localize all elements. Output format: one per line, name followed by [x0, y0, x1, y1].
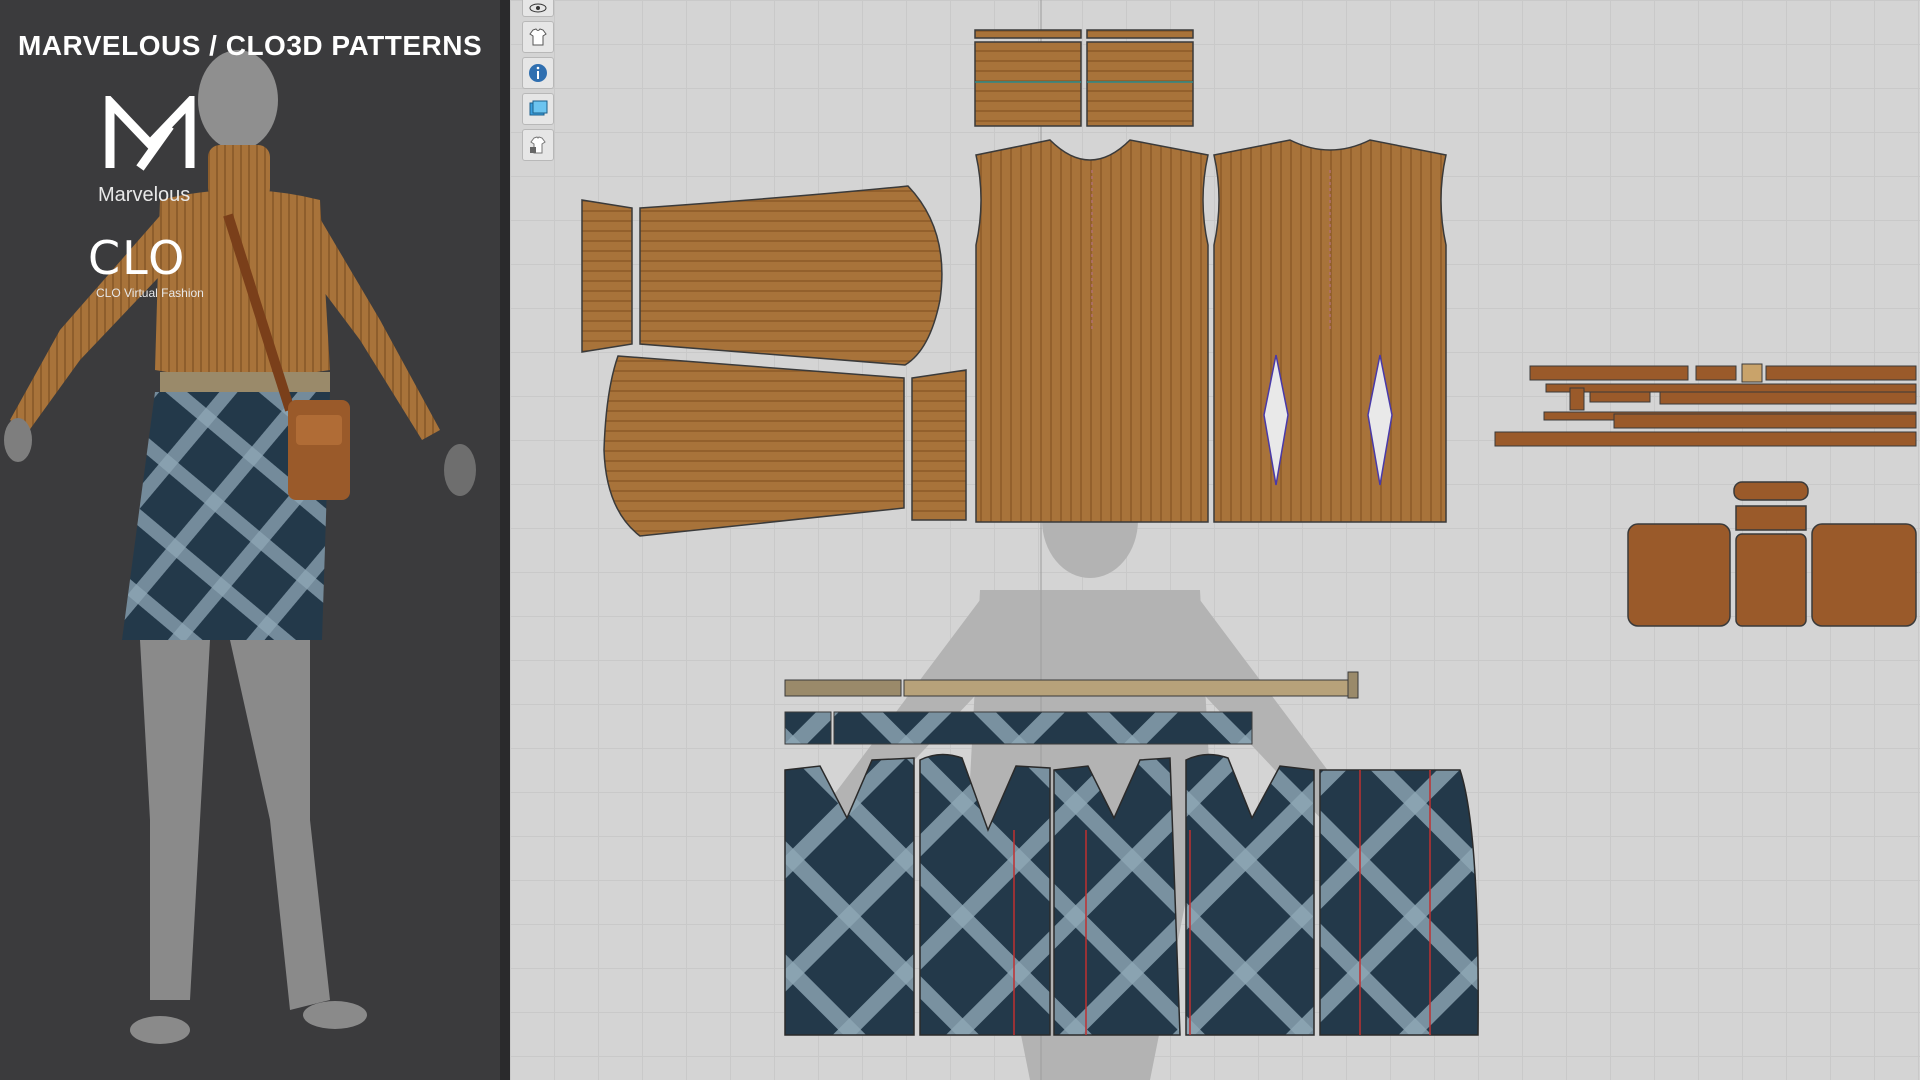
clo-label: CLO Virtual Fashion — [96, 286, 204, 300]
eye-icon — [529, 3, 547, 13]
eye-icon-button[interactable] — [522, 0, 554, 17]
skirt-pieces[interactable] — [784, 753, 1479, 1036]
texture-button[interactable] — [522, 93, 554, 125]
collar-pieces[interactable] — [974, 29, 1194, 127]
pattern-layout: TextAnchor — [581, 0, 1917, 1080]
avatar-figure — [4, 50, 476, 1044]
clo-wordmark: CLO — [88, 232, 186, 282]
bodice-pieces[interactable]: TextAnchor — [975, 139, 1447, 523]
lock-garment-icon — [530, 136, 546, 154]
avatar-3d-viewport[interactable]: MARVELOUS / CLO3D PATTERNS Marvelous CLO… — [0, 0, 500, 1080]
viewport-divider[interactable] — [500, 0, 510, 1080]
page-title: MARVELOUS / CLO3D PATTERNS — [18, 30, 483, 61]
shirt-visibility-icon — [529, 28, 547, 46]
lock-garment-button[interactable] — [522, 129, 554, 161]
strap-pieces[interactable] — [1494, 363, 1917, 447]
sleeve-pieces[interactable] — [581, 185, 967, 537]
pattern-2d-canvas[interactable]: TextAnchor — [510, 0, 1920, 1080]
clo-logo: CLO — [88, 232, 186, 282]
info-icon — [529, 64, 547, 82]
texture-icon — [529, 100, 548, 116]
bag-pieces[interactable] — [1627, 481, 1917, 627]
shirt-visibility-button[interactable] — [522, 21, 554, 53]
marvelous-logo — [105, 96, 195, 171]
info-button[interactable] — [522, 57, 554, 89]
pattern-toolbar — [522, 0, 556, 161]
marvelous-label: Marvelous — [98, 184, 191, 206]
